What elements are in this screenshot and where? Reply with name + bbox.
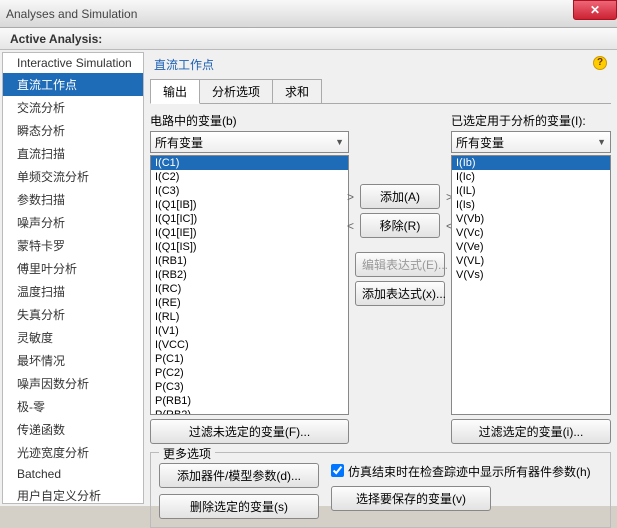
list-item[interactable]: P(RB1) bbox=[151, 394, 348, 408]
select-save-vars-button[interactable]: 选择要保存的变量(v) bbox=[331, 486, 491, 511]
more-options-group: 更多选项 添加器件/模型参数(d)... 删除选定的变量(s) 仿真结束时在检查… bbox=[150, 452, 611, 528]
more-options-legend: 更多选项 bbox=[159, 445, 215, 462]
circuit-vars-combo[interactable]: 所有变量 bbox=[150, 131, 349, 153]
list-item[interactable]: I(Q1[IS]) bbox=[151, 240, 348, 254]
circuit-vars-label: 电路中的变量(b) bbox=[150, 112, 349, 129]
list-item[interactable]: V(Vc) bbox=[452, 226, 610, 240]
list-item[interactable]: I(Q1[IB]) bbox=[151, 198, 348, 212]
sidebar-item[interactable]: 参数扫描 bbox=[3, 188, 143, 211]
add-button[interactable]: 添加(A) bbox=[360, 184, 440, 209]
sidebar-item[interactable]: 最坏情况 bbox=[3, 349, 143, 372]
add-expression-button[interactable]: 添加表达式(x)... bbox=[355, 281, 445, 306]
sidebar-item[interactable]: 光迹宽度分析 bbox=[3, 441, 143, 464]
sidebar-item[interactable]: 直流工作点 bbox=[3, 73, 143, 96]
sidebar-item[interactable]: 温度扫描 bbox=[3, 280, 143, 303]
selected-vars-label: 已选定用于分析的变量(I): bbox=[451, 112, 611, 129]
list-item[interactable]: I(C1) bbox=[151, 156, 348, 170]
add-device-param-button[interactable]: 添加器件/模型参数(d)... bbox=[159, 463, 319, 488]
list-item[interactable]: I(V1) bbox=[151, 324, 348, 338]
sidebar-item[interactable]: 用户自定义分析 bbox=[3, 484, 143, 504]
list-item[interactable]: V(VL) bbox=[452, 254, 610, 268]
list-item[interactable]: I(RL) bbox=[151, 310, 348, 324]
sidebar-item[interactable]: 失真分析 bbox=[3, 303, 143, 326]
list-item[interactable]: I(Is) bbox=[452, 198, 610, 212]
remove-button[interactable]: 移除(R) bbox=[360, 213, 440, 238]
sidebar-item[interactable]: Interactive Simulation bbox=[3, 53, 143, 73]
list-item[interactable]: P(C3) bbox=[151, 380, 348, 394]
list-item[interactable]: I(Q1[IC]) bbox=[151, 212, 348, 226]
tab-bar: 输出分析选项求和 bbox=[150, 79, 611, 104]
list-item[interactable]: I(RE) bbox=[151, 296, 348, 310]
list-item[interactable]: V(Vb) bbox=[452, 212, 610, 226]
close-button[interactable]: ✕ bbox=[573, 0, 617, 20]
tab[interactable]: 分析选项 bbox=[199, 79, 273, 103]
filter-unselected-button[interactable]: 过滤未选定的变量(F)... bbox=[150, 419, 349, 444]
show-device-params-checkbox[interactable] bbox=[331, 464, 344, 477]
selected-vars-combo[interactable]: 所有变量 bbox=[451, 131, 611, 153]
sidebar-item[interactable]: 噪声分析 bbox=[3, 211, 143, 234]
delete-selected-var-button[interactable]: 删除选定的变量(s) bbox=[159, 494, 319, 519]
list-item[interactable]: I(RB2) bbox=[151, 268, 348, 282]
edit-expression-button: 编辑表达式(E)... bbox=[355, 252, 445, 277]
sidebar-item[interactable]: Batched bbox=[3, 464, 143, 484]
sub-header: Active Analysis: bbox=[0, 28, 617, 50]
sidebar-item[interactable]: 灵敏度 bbox=[3, 326, 143, 349]
analysis-sidebar[interactable]: Interactive Simulation直流工作点交流分析瞬态分析直流扫描单… bbox=[2, 52, 144, 504]
title-bar: Analyses and Simulation ✕ bbox=[0, 0, 617, 28]
sidebar-item[interactable]: 直流扫描 bbox=[3, 142, 143, 165]
sidebar-item[interactable]: 交流分析 bbox=[3, 96, 143, 119]
list-item[interactable]: I(VCC) bbox=[151, 338, 348, 352]
sidebar-item[interactable]: 传递函数 bbox=[3, 418, 143, 441]
list-item[interactable]: I(Ic) bbox=[452, 170, 610, 184]
list-item[interactable]: I(RC) bbox=[151, 282, 348, 296]
arrow-right-icon: > bbox=[347, 190, 354, 204]
main-panel: 直流工作点 ? 输出分析选项求和 电路中的变量(b) 所有变量 I(C1)I(C… bbox=[144, 50, 617, 506]
active-analysis-label: Active Analysis: bbox=[10, 32, 102, 46]
list-item[interactable]: P(RB2) bbox=[151, 408, 348, 415]
list-item[interactable]: I(RB1) bbox=[151, 254, 348, 268]
circuit-vars-listbox[interactable]: I(C1)I(C2)I(C3)I(Q1[IB])I(Q1[IC])I(Q1[IE… bbox=[150, 155, 349, 415]
list-item[interactable]: I(C2) bbox=[151, 170, 348, 184]
list-item[interactable]: I(IL) bbox=[452, 184, 610, 198]
sidebar-item[interactable]: 噪声因数分析 bbox=[3, 372, 143, 395]
selected-vars-listbox[interactable]: I(Ib)I(Ic)I(IL)I(Is)V(Vb)V(Vc)V(Ve)V(VL)… bbox=[451, 155, 611, 415]
arrow-left-icon: < bbox=[347, 219, 354, 233]
sidebar-item[interactable]: 蒙特卡罗 bbox=[3, 234, 143, 257]
panel-title: 直流工作点 bbox=[150, 54, 611, 79]
filter-selected-button[interactable]: 过滤选定的变量(i)... bbox=[451, 419, 611, 444]
list-item[interactable]: I(C3) bbox=[151, 184, 348, 198]
sidebar-item[interactable]: 傅里叶分析 bbox=[3, 257, 143, 280]
window-title: Analyses and Simulation bbox=[6, 7, 137, 21]
list-item[interactable]: P(C2) bbox=[151, 366, 348, 380]
show-device-params-label: 仿真结束时在检查踪迹中显示所有器件参数(h) bbox=[348, 463, 591, 480]
list-item[interactable]: V(Ve) bbox=[452, 240, 610, 254]
list-item[interactable]: I(Q1[IE]) bbox=[151, 226, 348, 240]
list-item[interactable]: V(Vs) bbox=[452, 268, 610, 282]
help-icon[interactable]: ? bbox=[593, 56, 607, 70]
list-item[interactable]: I(Ib) bbox=[452, 156, 610, 170]
sidebar-item[interactable]: 极-零 bbox=[3, 395, 143, 418]
sidebar-item[interactable]: 单频交流分析 bbox=[3, 165, 143, 188]
tab[interactable]: 求和 bbox=[272, 79, 322, 103]
sidebar-item[interactable]: 瞬态分析 bbox=[3, 119, 143, 142]
tab[interactable]: 输出 bbox=[150, 79, 200, 104]
list-item[interactable]: P(C1) bbox=[151, 352, 348, 366]
